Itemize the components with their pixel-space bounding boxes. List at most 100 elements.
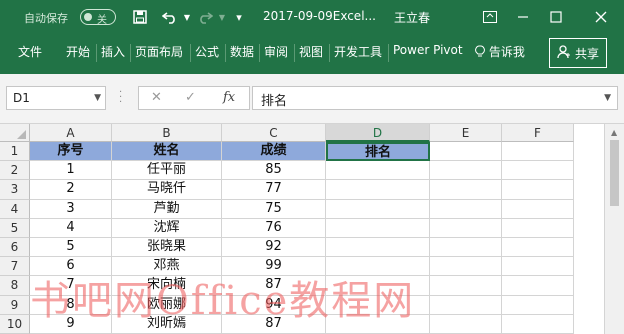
table-cell[interactable]: 87 [222,314,326,334]
table-cell[interactable] [502,295,574,315]
table-cell[interactable] [326,218,430,238]
scroll-up-icon[interactable]: ▲ [611,128,617,137]
table-cell[interactable]: 99 [222,257,326,277]
tab-review[interactable]: 审阅 [264,43,288,60]
table-cell[interactable] [326,180,430,200]
row-header[interactable]: 6 [0,238,30,258]
table-cell[interactable] [430,276,502,296]
close-icon[interactable] [590,6,612,28]
table-cell[interactable]: 宋向楠 [112,276,222,296]
select-all-button[interactable] [0,124,30,142]
table-cell[interactable] [326,295,430,315]
table-cell[interactable]: 94 [222,295,326,315]
tab-file[interactable]: 文件 [18,43,42,60]
share-button[interactable]: 共享 [549,38,607,68]
table-cell[interactable] [326,199,430,219]
table-cell[interactable] [502,314,574,334]
header-cell[interactable]: 姓名 [112,142,222,162]
vertical-scrollbar[interactable]: ▲ [604,124,624,334]
table-cell[interactable]: 76 [222,218,326,238]
table-cell[interactable] [326,161,430,181]
table-cell[interactable] [502,161,574,181]
header-cell[interactable]: 排名 [326,142,430,162]
formula-bar-grip-icon[interactable]: · · · [119,88,123,108]
table-cell[interactable] [502,238,574,258]
table-cell[interactable]: 92 [222,238,326,258]
row-header[interactable]: 2 [0,161,30,181]
table-cell[interactable]: 5 [30,238,112,258]
tab-formulas[interactable]: 公式 [195,43,219,60]
table-cell[interactable]: 85 [222,161,326,181]
table-cell[interactable] [430,238,502,258]
tab-data[interactable]: 数据 [230,43,254,60]
table-cell[interactable] [326,238,430,258]
table-cell[interactable]: 87 [222,276,326,296]
column-header-b[interactable]: B [112,124,222,142]
table-cell[interactable] [502,199,574,219]
tab-developer[interactable]: 开发工具 [334,43,382,60]
maximize-icon[interactable] [545,6,567,28]
table-cell[interactable] [502,180,574,200]
table-cell[interactable] [502,142,574,162]
tab-home[interactable]: 开始 [66,43,90,60]
name-box[interactable]: D1 ▼ [6,86,106,110]
table-cell[interactable] [430,142,502,162]
table-cell[interactable] [502,218,574,238]
table-cell[interactable]: 邓燕 [112,257,222,277]
table-cell[interactable]: 任平丽 [112,161,222,181]
table-cell[interactable] [430,314,502,334]
table-cell[interactable]: 3 [30,199,112,219]
table-cell[interactable] [430,180,502,200]
tab-page-layout[interactable]: 页面布局 [135,43,183,60]
table-cell[interactable]: 8 [30,295,112,315]
row-header[interactable]: 8 [0,276,30,296]
row-header[interactable]: 9 [0,295,30,315]
table-cell[interactable]: 77 [222,180,326,200]
row-header[interactable]: 10 [0,314,30,334]
column-header-e[interactable]: E [430,124,502,142]
table-cell[interactable] [502,257,574,277]
table-cell[interactable]: 马晓仟 [112,180,222,200]
row-header[interactable]: 4 [0,199,30,219]
cancel-icon[interactable]: ✕ [151,90,162,105]
tab-insert[interactable]: 插入 [101,43,125,60]
column-header-f[interactable]: F [502,124,574,142]
scroll-thumb[interactable] [610,140,619,206]
table-cell[interactable]: 7 [30,276,112,296]
table-cell[interactable]: 沈辉 [112,218,222,238]
table-cell[interactable] [326,314,430,334]
spreadsheet-grid[interactable]: ABCDEF 1 2 3 4 5 6 7 8 9 10 序号 姓名 成绩 排名 1 任平丽 85 2 马晓仟 77 3… [0,124,624,334]
table-cell[interactable]: 欧丽娜 [112,295,222,315]
column-header-d[interactable]: D [326,124,430,142]
table-cell[interactable]: 2 [30,180,112,200]
customize-toolbar-icon[interactable]: ▾ [229,6,249,28]
table-cell[interactable]: 刘昕嫣 [112,314,222,334]
user-name[interactable]: 王立春 [394,9,430,26]
row-header[interactable]: 1 [0,142,30,162]
header-cell[interactable]: 成绩 [222,142,326,162]
row-header[interactable]: 7 [0,257,30,277]
row-header[interactable]: 5 [0,218,30,238]
expand-formula-icon[interactable]: ▼ [604,93,611,103]
table-cell[interactable] [430,199,502,219]
column-header-a[interactable]: A [30,124,112,142]
table-cell[interactable] [326,257,430,277]
tab-view[interactable]: 视图 [299,43,323,60]
table-cell[interactable]: 9 [30,314,112,334]
insert-function-icon[interactable]: fx [223,90,235,105]
table-cell[interactable]: 6 [30,257,112,277]
table-cell[interactable] [430,295,502,315]
table-cell[interactable] [326,276,430,296]
save-icon[interactable] [130,6,150,28]
table-cell[interactable] [430,161,502,181]
autosave-toggle[interactable]: 关 [80,9,116,26]
table-cell[interactable]: 芦勤 [112,199,222,219]
table-cell[interactable] [430,218,502,238]
table-cell[interactable]: 75 [222,199,326,219]
header-cell[interactable]: 序号 [30,142,112,162]
table-cell[interactable] [502,276,574,296]
table-cell[interactable]: 1 [30,161,112,181]
minimize-icon[interactable] [512,6,534,28]
chevron-down-icon[interactable]: ▼ [94,93,101,103]
formula-input[interactable]: 排名 ▼ [252,86,618,110]
